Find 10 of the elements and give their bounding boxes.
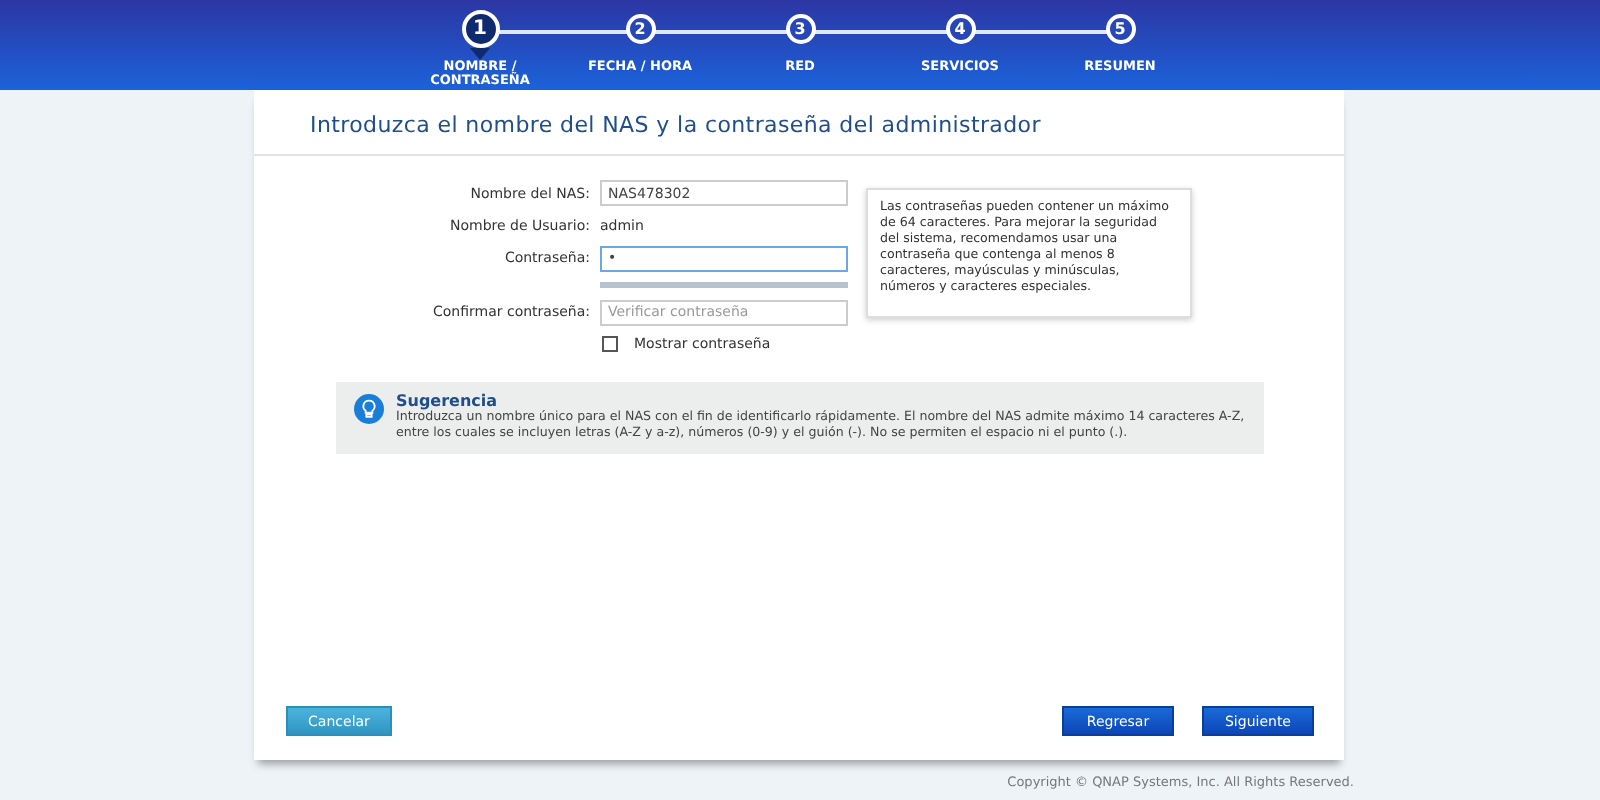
step-number: 3 — [785, 14, 815, 44]
step-number: 5 — [1105, 14, 1135, 44]
pointer-icon — [470, 48, 490, 60]
checkbox[interactable] — [602, 336, 618, 352]
lightbulb-icon — [354, 394, 384, 424]
page-title: Introduzca el nombre del NAS y la contraseña del administrador — [254, 90, 1344, 156]
step-number: 1 — [461, 10, 499, 48]
step-number: 2 — [625, 14, 655, 44]
hint-title: Sugerencia — [396, 392, 500, 410]
step-number: 4 — [945, 14, 975, 44]
